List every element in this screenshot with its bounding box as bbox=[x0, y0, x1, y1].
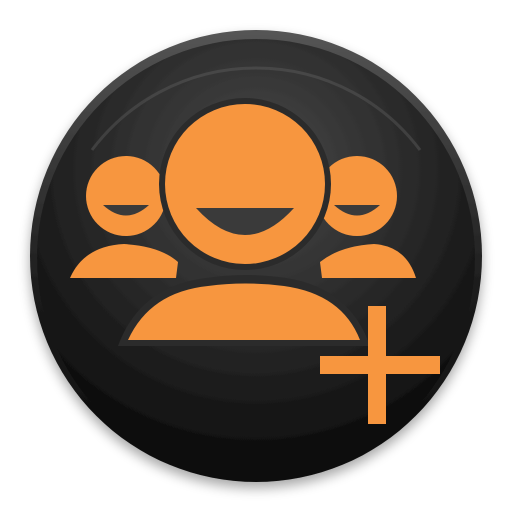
add-group-app-icon[interactable] bbox=[0, 0, 512, 512]
icon-canvas bbox=[0, 0, 512, 512]
